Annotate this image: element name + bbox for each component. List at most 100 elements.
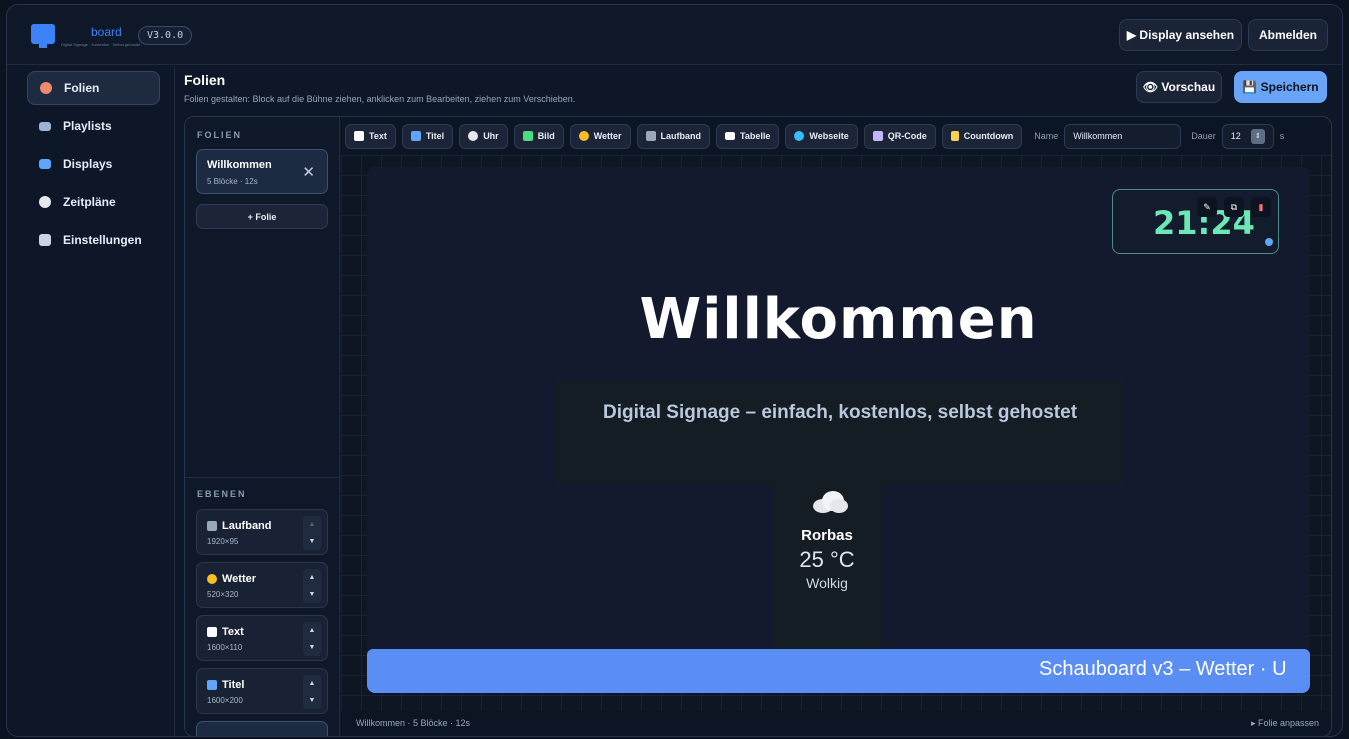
ticker-text: Schauboard v3 – Wetter · U xyxy=(1039,658,1287,680)
slide-item[interactable]: Willkommen 5 Blöcke · 12s ✕ xyxy=(196,149,328,194)
layer-name: Text xyxy=(222,626,244,638)
weather-description: Wolkig xyxy=(806,575,848,591)
layer-size: 520×320 xyxy=(207,590,239,599)
qr-code-icon xyxy=(872,131,883,141)
sidebar-item-label: Einstellungen xyxy=(63,233,142,247)
subline-text: Digital Signage – einfach, kostenlos, se… xyxy=(602,402,1078,423)
layer-item-partial[interactable] xyxy=(196,721,328,736)
duration-unit: s xyxy=(1279,131,1285,141)
tool-wetter[interactable]: Wetter xyxy=(569,123,631,149)
sidebar-item-label: Zeitpläne xyxy=(63,195,116,209)
arrow-up-icon[interactable]: ▲ xyxy=(309,574,316,581)
layer-item[interactable]: Titel 1600×200 ▲ ▼ xyxy=(196,668,328,714)
tool-label: Laufband xyxy=(660,131,702,141)
slide-meta: 5 Blöcke · 12s xyxy=(207,177,258,186)
arrow-down-icon[interactable]: ▼ xyxy=(309,644,316,651)
ticker-block[interactable]: Schauboard v3 – Wetter · U xyxy=(367,649,1310,693)
slides-column: FOLIEN Willkommen 5 Blöcke · 12s ✕ + Fol… xyxy=(185,117,340,736)
sidebar-item-einstellungen[interactable]: Einstellungen xyxy=(27,223,160,257)
arrow-down-icon[interactable]: ▼ xyxy=(309,538,316,545)
layer-name: Wetter xyxy=(222,573,257,585)
layer-item[interactable]: Text 1600×110 ▲ ▼ xyxy=(196,615,328,661)
edit-icon[interactable]: ✎ xyxy=(1197,197,1217,217)
title-block[interactable]: Willkommen xyxy=(367,287,1310,352)
tool-label: Countdown xyxy=(963,131,1014,141)
display-view-button[interactable]: ▶ Display ansehen xyxy=(1119,19,1242,51)
tool-webseite[interactable]: Webseite xyxy=(785,123,858,149)
duration-stepper[interactable]: 12 ⇕ xyxy=(1221,123,1274,149)
sidebar-item-displays[interactable]: Displays xyxy=(27,147,160,181)
slide-name-input[interactable]: Willkommen xyxy=(1064,123,1182,149)
text-block[interactable]: Digital Signage – einfach, kostenlos, se… xyxy=(556,379,1124,485)
layer-name: Titel xyxy=(222,679,245,691)
slide-stage[interactable]: Digital Signage – einfach, kostenlos, se… xyxy=(367,167,1310,693)
tool-label: QR-Code xyxy=(887,131,927,141)
add-slide-button[interactable]: + Folie xyxy=(196,204,328,229)
resize-handle[interactable] xyxy=(1265,238,1273,246)
layer-order-controls[interactable]: ▲ ▼ xyxy=(303,516,321,550)
weather-block[interactable]: Rorbas 25 °C Wolkig xyxy=(773,483,881,651)
arrow-down-icon[interactable]: ▼ xyxy=(309,591,316,598)
tool-bild[interactable]: Bild xyxy=(513,123,564,149)
top-bar: board Digital Signage · Kostenlos · Selb… xyxy=(7,5,1342,65)
tool-titel[interactable]: Titel xyxy=(401,123,454,149)
palette-icon xyxy=(40,82,52,94)
tool-label: Titel xyxy=(425,131,445,141)
cloud-icon xyxy=(813,491,848,513)
duration-label: Dauer xyxy=(1191,131,1216,141)
arrow-up-icon[interactable]: ▲ xyxy=(309,521,316,528)
title-icon xyxy=(207,680,217,690)
arrow-up-icon[interactable]: ▲ xyxy=(309,627,316,634)
image-icon xyxy=(522,131,533,141)
logout-button[interactable]: Abmelden xyxy=(1248,19,1328,51)
layer-order-controls[interactable]: ▲ ▼ xyxy=(303,675,321,709)
adjust-slide-link[interactable]: ▸ Folie anpassen xyxy=(1251,718,1319,729)
film-icon xyxy=(39,121,51,131)
tool-laufband[interactable]: Laufband xyxy=(636,123,711,149)
status-summary: Willkommen · 5 Blöcke · 12s xyxy=(356,718,471,728)
tool-tabelle[interactable]: Tabelle xyxy=(716,123,780,149)
tool-label: Text xyxy=(369,131,387,141)
duplicate-icon[interactable]: ⧉ xyxy=(1224,197,1244,217)
tool-label: Bild xyxy=(537,131,555,141)
tool-uhr[interactable]: Uhr xyxy=(459,123,508,149)
ticker-icon xyxy=(207,521,217,531)
layer-order-controls[interactable]: ▲ ▼ xyxy=(303,622,321,656)
arrow-up-icon[interactable]: ▲ xyxy=(309,680,316,687)
delete-icon[interactable]: ▮ xyxy=(1251,197,1271,217)
tool-countdown[interactable]: Countdown xyxy=(941,123,1023,149)
ticker-icon xyxy=(645,131,656,141)
layer-size: 1600×200 xyxy=(207,696,243,705)
sidebar-item-label: Folien xyxy=(64,81,100,95)
divider xyxy=(185,477,340,478)
title-icon xyxy=(410,131,421,141)
layer-item[interactable]: Laufband 1920×95 ▲ ▼ xyxy=(196,509,328,555)
weather-icon xyxy=(578,131,589,141)
sidebar-item-playlists[interactable]: Playlists xyxy=(27,109,160,143)
stage-canvas: Digital Signage – einfach, kostenlos, se… xyxy=(341,155,1331,711)
arrow-down-icon[interactable]: ▼ xyxy=(309,697,316,704)
monitor-icon xyxy=(39,159,51,169)
tool-label: Wetter xyxy=(593,131,622,141)
layer-item[interactable]: Wetter 520×320 ▲ ▼ xyxy=(196,562,328,608)
hourglass-icon xyxy=(950,131,959,141)
page-subtitle: Folien gestalten: Block auf die Bühne zi… xyxy=(184,94,576,104)
tool-text[interactable]: Text xyxy=(345,123,396,149)
sidebar-item-zeitplaene[interactable]: Zeitpläne xyxy=(27,185,160,219)
save-button[interactable]: 💾 Speichern xyxy=(1234,71,1327,103)
sidebar-item-folien[interactable]: Folien xyxy=(27,71,160,105)
editor-panel: FOLIEN Willkommen 5 Blöcke · 12s ✕ + Fol… xyxy=(184,116,1332,736)
layer-order-controls[interactable]: ▲ ▼ xyxy=(303,569,321,603)
preview-button[interactable]: 👁 Vorschau xyxy=(1136,71,1222,103)
layer-name: Laufband xyxy=(222,520,272,532)
close-icon[interactable]: ✕ xyxy=(302,163,315,181)
sidebar: Folien Playlists Displays Zeitpläne Eins… xyxy=(7,66,175,736)
tool-qr-code[interactable]: QR-Code xyxy=(863,123,936,149)
app-window: board Digital Signage · Kostenlos · Selb… xyxy=(6,4,1343,737)
stepper-icon[interactable]: ⇕ xyxy=(1250,128,1265,144)
clock-block[interactable]: 21:24 ✎ ⧉ ▮ xyxy=(1112,189,1279,254)
monitor-logo-icon xyxy=(31,24,55,48)
tool-label: Webseite xyxy=(809,131,849,141)
weather-icon xyxy=(207,574,217,584)
tool-label: Uhr xyxy=(483,131,499,141)
